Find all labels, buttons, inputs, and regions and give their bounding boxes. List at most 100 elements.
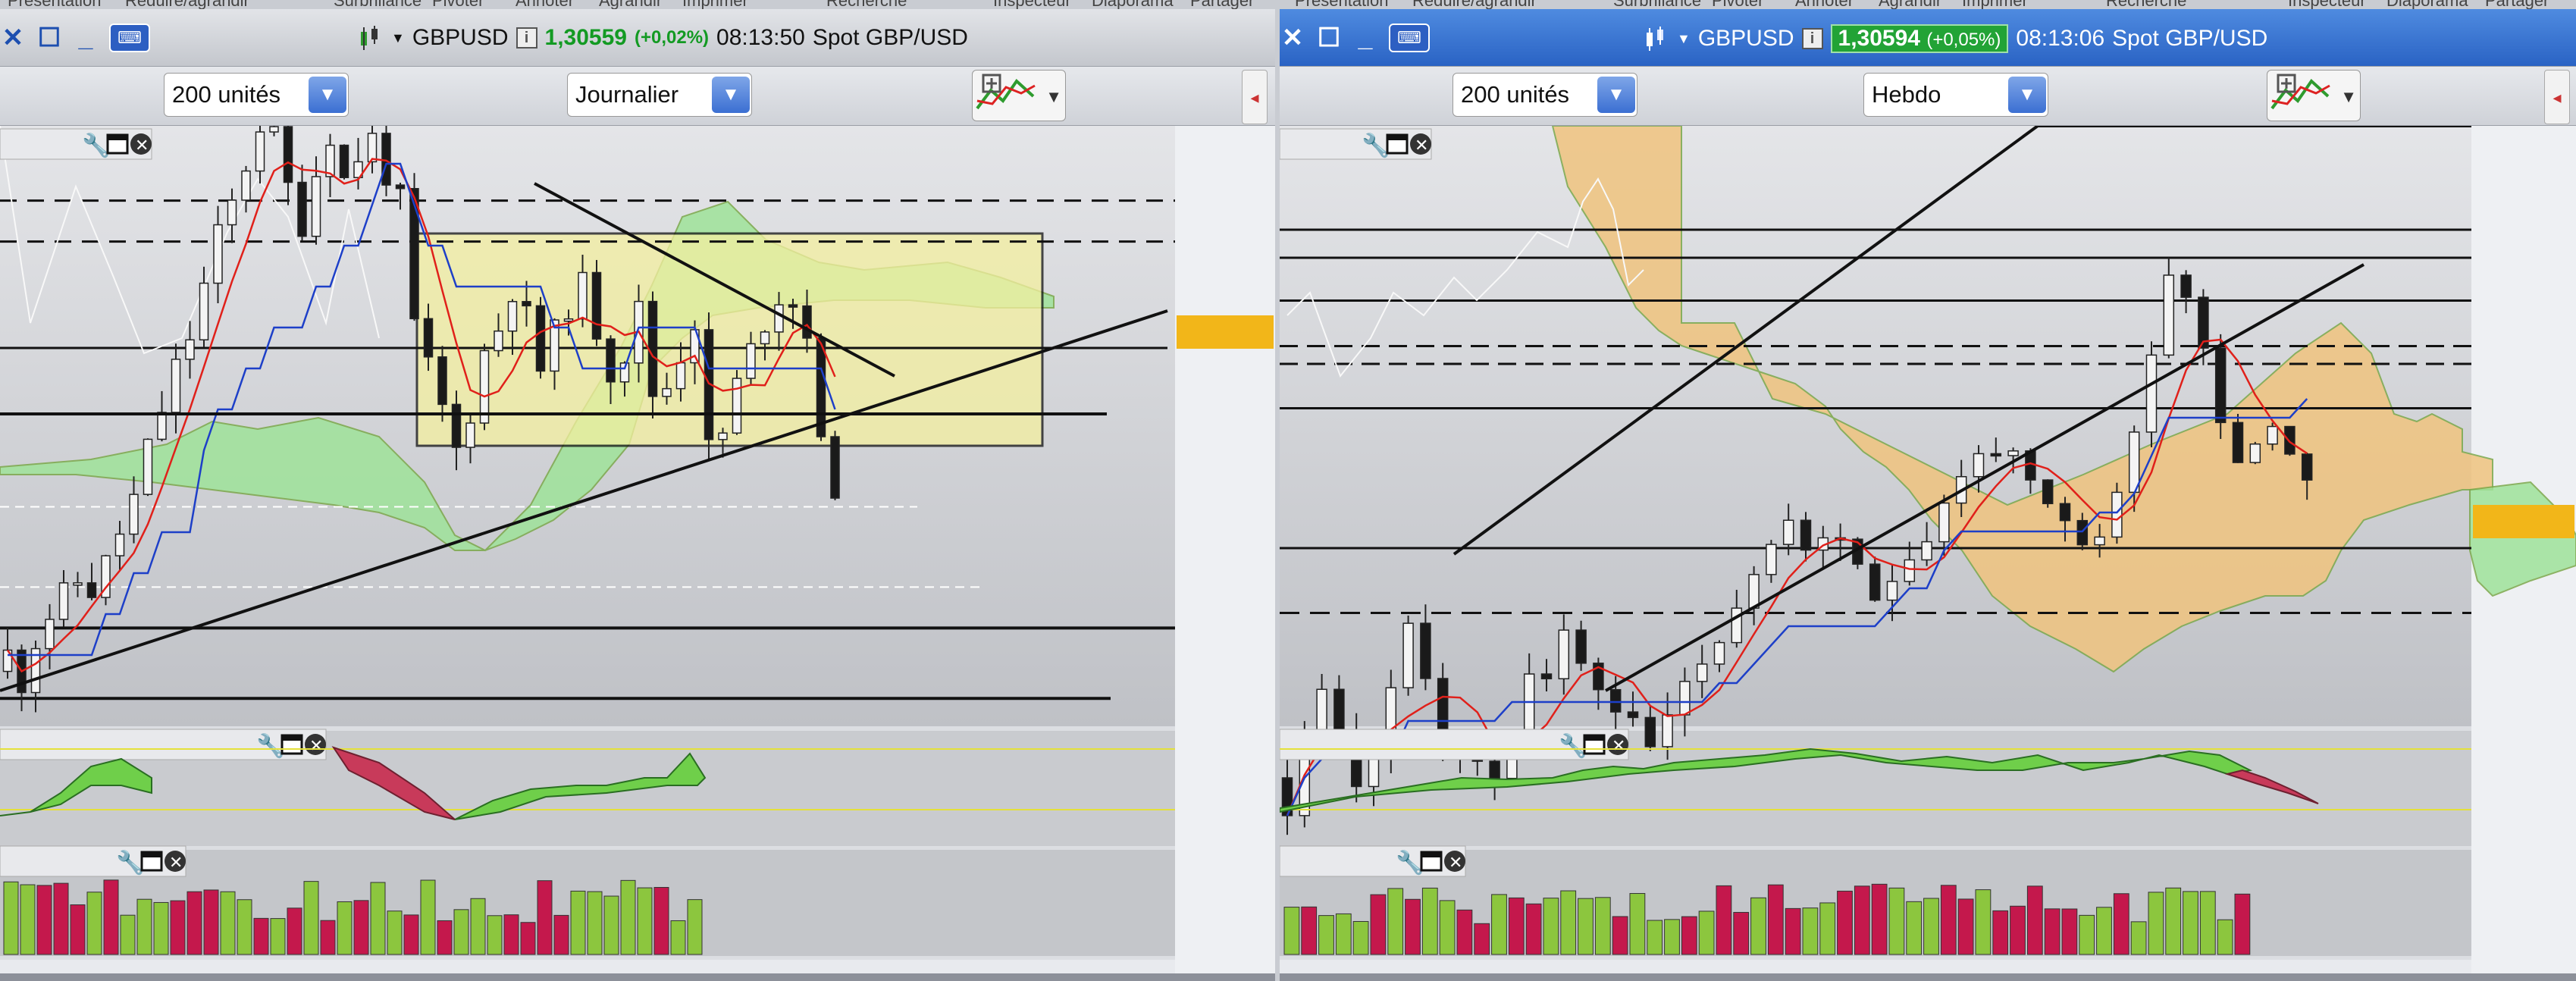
menu-inspector[interactable]: Inspecteur: [993, 0, 1071, 9]
units-select[interactable]: 200 unités ▼: [164, 73, 349, 117]
menu-reduce[interactable]: Réduire/agrandir: [1412, 0, 1537, 9]
side-panel-toggle[interactable]: ◂: [1242, 70, 1268, 124]
menu-share[interactable]: Partager: [1190, 0, 1254, 9]
info-icon[interactable]: i: [516, 27, 537, 49]
menu-slideshow[interactable]: Diaporama: [1092, 0, 1174, 9]
volume-bar: [587, 891, 603, 955]
volume-bar: [1456, 909, 1473, 955]
menu-annotate[interactable]: Annoter: [516, 0, 574, 9]
volume-bar: [653, 887, 669, 955]
window-footer: [0, 973, 1275, 981]
chevron-down-icon[interactable]: ▼: [712, 77, 750, 113]
keyboard-icon[interactable]: ⌨: [1389, 24, 1430, 52]
date-axis-band: [1280, 960, 2471, 973]
candle: [830, 436, 840, 499]
volume-bar: [1767, 884, 1784, 955]
candle: [2042, 479, 2054, 505]
title-bar: ✕ ☐ _ ⌨ ▼ GBPUSD i 1,30594 (+0,05%) 08:1…: [1280, 9, 2576, 67]
wrench-icon[interactable]: 🔧: [1396, 848, 1424, 876]
period-select[interactable]: Journalier ▼: [567, 73, 752, 117]
menu-slideshow[interactable]: Diaporama: [2386, 0, 2468, 9]
volume-bar: [1923, 898, 1939, 955]
menu-zoom[interactable]: Agrandir: [1879, 0, 1941, 9]
menu-annotate[interactable]: Annoter: [1795, 0, 1854, 9]
info-icon[interactable]: i: [1801, 28, 1823, 49]
candle: [535, 305, 546, 372]
menu-rotate[interactable]: Pivoter: [432, 0, 484, 9]
symbol-name[interactable]: GBPUSD: [1698, 26, 1794, 52]
candle: [241, 170, 251, 201]
chevron-down-icon[interactable]: ▼: [1677, 31, 1691, 47]
menu-print[interactable]: Imprimer: [682, 0, 748, 9]
volume-bar: [303, 881, 319, 955]
candlestick-icon[interactable]: [1642, 25, 1669, 52]
candle: [1558, 629, 1570, 680]
menu-search[interactable]: Recherche: [2106, 0, 2186, 9]
volume-bar: [1560, 890, 1577, 955]
last-price: 1,30559: [544, 25, 627, 50]
period-select[interactable]: Hebdo ▼: [1863, 73, 2048, 117]
restore-icon[interactable]: ☐: [36, 25, 62, 51]
candle: [129, 494, 139, 535]
menu-share[interactable]: Partager: [2485, 0, 2549, 9]
menu-highlight[interactable]: Surbrillance: [334, 0, 421, 9]
candle: [2180, 274, 2192, 298]
wrench-icon[interactable]: 🔧: [1362, 131, 1390, 159]
close-icon[interactable]: ✕: [1280, 25, 1305, 51]
volume-bar: [237, 899, 252, 955]
volume-bar: [687, 899, 703, 955]
indicator-tool-button[interactable]: ▼: [2267, 70, 2361, 121]
chevron-down-icon[interactable]: ▼: [391, 30, 405, 46]
wrench-icon[interactable]: 🔧: [256, 732, 284, 760]
minimize-icon[interactable]: _: [1352, 25, 1378, 51]
indicator-tool-button[interactable]: ▼: [972, 70, 1066, 121]
volume-bar: [1283, 907, 1300, 955]
candle: [1644, 716, 1656, 748]
menu-reduce[interactable]: Réduire/agrandir: [125, 0, 249, 9]
menu-zoom[interactable]: Agrandir: [599, 0, 662, 9]
volume-bar: [1819, 902, 1836, 955]
candle: [311, 176, 321, 237]
volume-bar: [637, 887, 653, 955]
menu-search[interactable]: Recherche: [826, 0, 907, 9]
chevron-down-icon[interactable]: ▼: [1045, 87, 1062, 107]
volume-bar: [403, 914, 419, 955]
chevron-down-icon[interactable]: ▼: [2340, 87, 2357, 107]
candle: [227, 199, 237, 226]
volume-bar: [1647, 920, 1663, 955]
menu-rotate[interactable]: Pivoter: [1712, 0, 1763, 9]
keyboard-icon[interactable]: ⌨: [109, 24, 150, 52]
volume-bar: [1871, 883, 1888, 955]
symbol-name[interactable]: GBPUSD: [412, 25, 509, 51]
volume-bar: [1992, 910, 2009, 955]
wrench-icon[interactable]: 🔧: [82, 131, 110, 159]
chevron-down-icon[interactable]: ▼: [309, 77, 346, 113]
candle: [269, 126, 279, 133]
units-select[interactable]: 200 unités ▼: [1453, 73, 1637, 117]
wrench-icon[interactable]: 🔧: [1559, 732, 1587, 760]
chevron-down-icon[interactable]: ▼: [1597, 77, 1635, 113]
minimize-icon[interactable]: _: [73, 25, 99, 51]
menu-presentation[interactable]: Présentation: [8, 0, 102, 9]
candle: [185, 339, 195, 360]
date-axis-band: [0, 960, 1175, 973]
chart-area[interactable]: 🔧 ✕ 🔧 ✕ 🔧 ✕: [0, 126, 1275, 973]
candle: [647, 300, 658, 397]
menu-inspector[interactable]: Inspecteur: [2288, 0, 2366, 9]
menu-presentation[interactable]: Présentation: [1295, 0, 1389, 9]
delete-icon-glyph: ✕: [1415, 136, 1428, 155]
candle: [2076, 519, 2089, 546]
restore-icon[interactable]: ☐: [1316, 25, 1342, 51]
close-icon[interactable]: ✕: [0, 25, 26, 51]
menu-print[interactable]: Imprimer: [1962, 0, 2028, 9]
chart-area[interactable]: 🔧 ✕ 🔧 ✕ 🔧 ✕: [1280, 126, 2576, 973]
wrench-icon[interactable]: 🔧: [116, 848, 144, 876]
candle: [1886, 581, 1898, 601]
volume-bar: [1716, 885, 1732, 955]
quote-time: 08:13:06: [2016, 26, 2105, 51]
side-panel-toggle[interactable]: ◂: [2544, 70, 2570, 124]
menu-highlight[interactable]: Surbrillance: [1613, 0, 1701, 9]
candlestick-icon[interactable]: [356, 24, 384, 52]
chevron-down-icon[interactable]: ▼: [2008, 77, 2046, 113]
quote-time: 08:13:50: [716, 25, 805, 50]
